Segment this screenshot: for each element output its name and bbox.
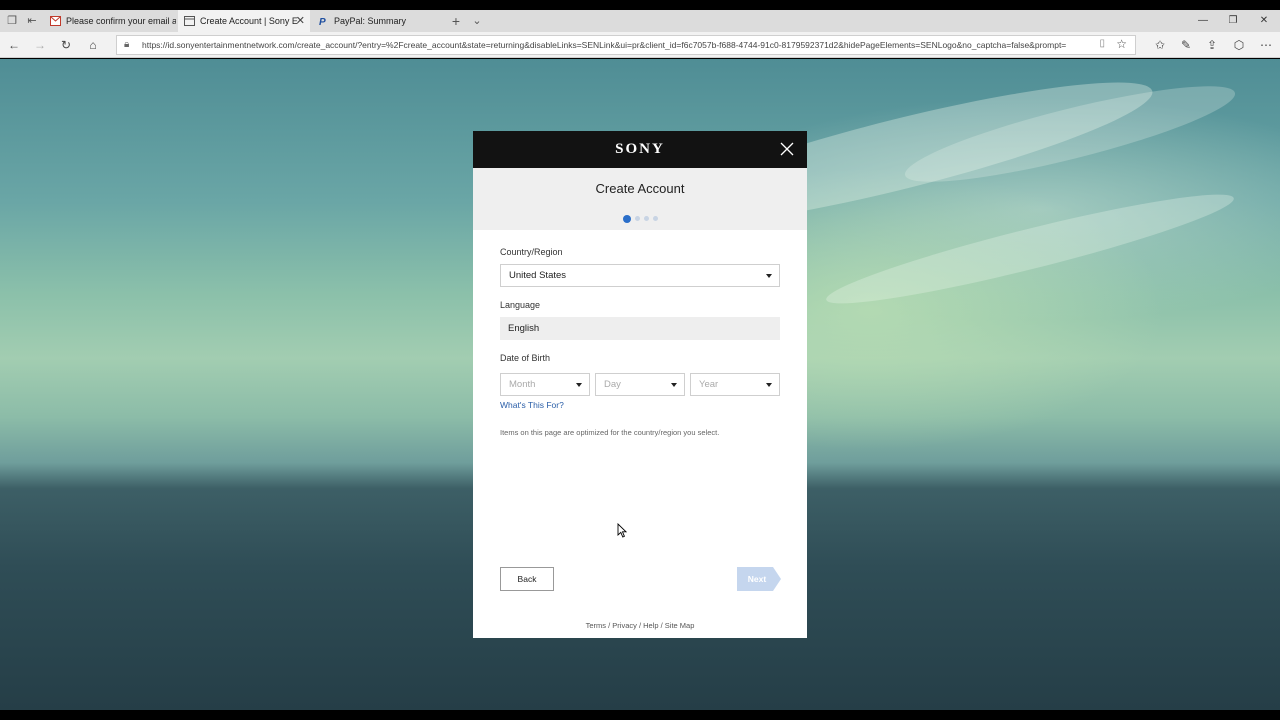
year-select[interactable]: Year: [690, 373, 780, 396]
day-placeholder: Day: [604, 379, 621, 390]
favorite-star-icon[interactable]: ☆: [1116, 37, 1127, 51]
tab-bar: ❐ ⇤ Please confirm your email a Create A…: [0, 10, 1280, 32]
language-label: Language: [500, 300, 541, 310]
tab-title: Please confirm your email a: [66, 16, 176, 26]
region-info-text: Items on this page are optimized for the…: [500, 428, 720, 437]
footer-links[interactable]: Terms / Privacy / Help / Site Map: [473, 621, 807, 630]
country-select[interactable]: United States: [500, 264, 780, 287]
day-select[interactable]: Day: [595, 373, 685, 396]
chevron-down-icon: [766, 274, 772, 278]
new-tab-icon[interactable]: +: [448, 13, 464, 29]
step-dot-1: [622, 214, 631, 223]
language-field: English: [500, 317, 780, 340]
restore-icon[interactable]: ❐: [1218, 10, 1248, 32]
next-button[interactable]: Next: [737, 567, 781, 591]
paypal-icon: P: [319, 17, 326, 26]
create-account-dialog: SONY Create Account Country/Region Unite…: [473, 131, 807, 638]
back-arrow-icon[interactable]: ←: [5, 36, 23, 54]
extensions-icon[interactable]: ⬡: [1230, 36, 1248, 54]
tab-email-confirm[interactable]: Please confirm your email a: [44, 10, 176, 32]
set-aside-tabs-icon[interactable]: ⇤: [24, 13, 40, 29]
favorites-hub-icon[interactable]: ✩: [1151, 36, 1169, 54]
tab-paypal[interactable]: P PayPal: Summary: [312, 10, 444, 32]
close-icon[interactable]: [779, 141, 795, 157]
tab-preview-chevron-icon[interactable]: ⌄: [469, 13, 485, 29]
refresh-icon[interactable]: ↻: [57, 36, 75, 54]
mail-icon: [50, 16, 61, 26]
step-dot-2: [634, 216, 640, 222]
language-value: English: [508, 323, 540, 334]
dialog-title: Create Account: [595, 181, 685, 196]
month-select[interactable]: Month: [500, 373, 590, 396]
svg-text:P: P: [319, 17, 326, 26]
tab-create-account[interactable]: Create Account | Sony E ✕: [178, 10, 310, 32]
country-label: Country/Region: [500, 247, 563, 257]
close-tab-icon[interactable]: ✕: [296, 10, 305, 32]
minimize-icon[interactable]: —: [1188, 10, 1218, 32]
step-dot-4: [652, 216, 658, 222]
dialog-header: SONY: [473, 131, 807, 168]
whats-this-for-link[interactable]: What's This For?: [500, 400, 564, 410]
screen: ❐ ⇤ Please confirm your email a Create A…: [0, 0, 1280, 720]
tab-title: PayPal: Summary: [334, 16, 407, 26]
chevron-down-icon: [671, 383, 677, 387]
web-note-icon[interactable]: ✎: [1177, 36, 1195, 54]
chevron-down-icon: [576, 383, 582, 387]
forward-arrow-icon[interactable]: →: [31, 36, 49, 54]
reading-view-icon[interactable]: ▯: [1099, 38, 1105, 49]
page-icon: [184, 16, 195, 26]
next-label: Next: [747, 574, 767, 584]
mouse-cursor-icon: [617, 523, 627, 538]
url-text[interactable]: https://id.sonyentertainmentnetwork.com/…: [142, 36, 1092, 55]
year-placeholder: Year: [699, 379, 719, 390]
chevron-down-icon: [766, 383, 772, 387]
more-menu-icon[interactable]: ⋯: [1257, 36, 1275, 54]
country-value: United States: [509, 270, 567, 281]
lock-icon: 🔒︎: [124, 39, 130, 50]
home-icon[interactable]: ⌂: [84, 36, 102, 54]
share-icon[interactable]: ⇪: [1203, 36, 1221, 54]
tab-actions-icon[interactable]: ❐: [4, 13, 20, 29]
back-button[interactable]: Back: [500, 567, 554, 591]
sony-logo: SONY: [615, 141, 665, 157]
tab-title: Create Account | Sony E: [200, 16, 298, 26]
month-placeholder: Month: [509, 379, 536, 390]
dialog-subheader: Create Account: [473, 168, 807, 230]
step-dot-3: [643, 216, 649, 222]
address-bar[interactable]: 🔒︎ https://id.sonyentertainmentnetwork.c…: [116, 35, 1136, 55]
step-indicator: [473, 210, 807, 228]
window-close-icon[interactable]: ✕: [1249, 10, 1279, 32]
dob-label: Date of Birth: [500, 353, 551, 363]
nav-bar: ← → ↻ ⌂ 🔒︎ https://id.sonyentertainmentn…: [0, 32, 1280, 58]
